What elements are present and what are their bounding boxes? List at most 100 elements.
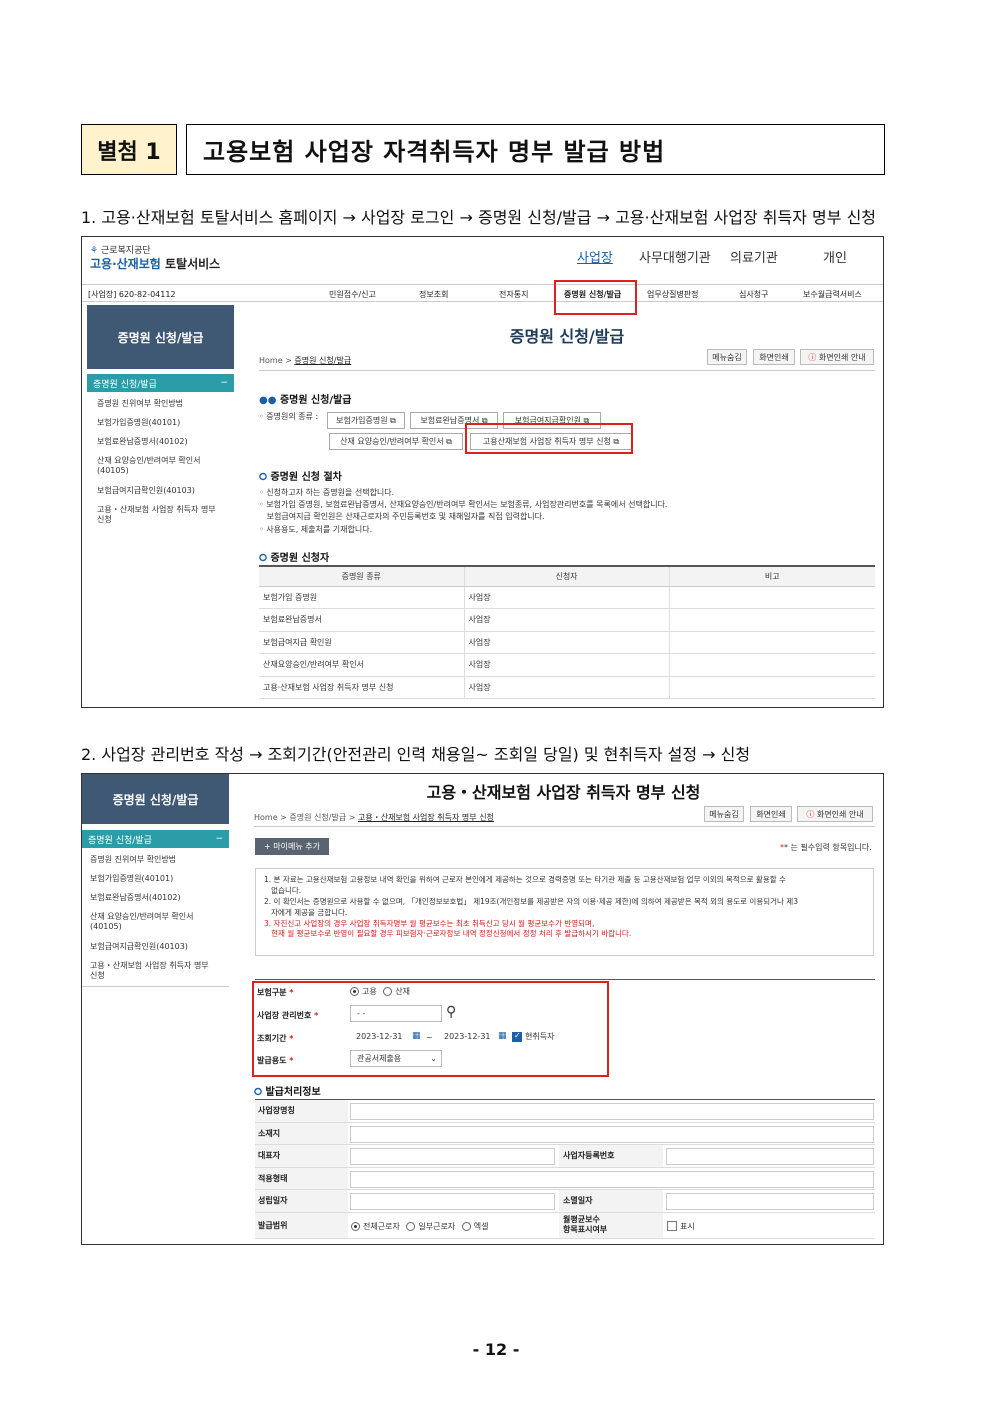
sidebar-item[interactable]: 산재 요양승인/반려여부 확인서 (40105)	[97, 456, 232, 475]
gnb-item[interactable]: 정보조회	[419, 289, 448, 300]
add-my-menu-button[interactable]: + 마이메뉴 추가	[255, 838, 329, 855]
procedure-line: ◦ 보험가입 증명원, 보험료완납증명서, 산재요양승인/반려여부 확인서는 보…	[259, 500, 668, 509]
topnav-business[interactable]: 사업장	[577, 247, 613, 266]
table-header: 증명원 종류	[259, 565, 464, 587]
appendix-tag: 별첨 1	[81, 124, 177, 175]
step-1-text: 1. 고용·산재보험 토탈서비스 홈페이지 → 사업장 로그인 → 증명원 신청…	[81, 208, 877, 227]
issue-label: 대표자	[255, 1145, 348, 1167]
topnav-personal[interactable]: 개인	[823, 247, 847, 266]
sidebar-item[interactable]: 증명원 진위여부 확인방법	[97, 399, 183, 409]
gnb-item[interactable]: 업무상질병판정	[647, 289, 699, 300]
hide-menu-button[interactable]: 메뉴숨김	[704, 806, 744, 822]
issue-row: 소재지	[255, 1122, 875, 1145]
procedure-line: ◦ 사용용도, 제출처를 기재합니다.	[259, 525, 373, 534]
page-title: 고용・산재보험 사업장 취득자 명부 신청	[426, 783, 701, 802]
sidebar-item[interactable]: 보험가입증명원(40101)	[97, 418, 180, 428]
sidebar-item[interactable]: 보험가입증명원(40101)	[90, 874, 173, 884]
topnav-agency[interactable]: 사무대행기관	[639, 247, 711, 266]
external-link-icon: ⧉	[390, 415, 396, 425]
notice-line: 현재 월 평균보수로 반영이 필요할 경우 피보험자·근로자정보 내역 정정신청…	[264, 929, 632, 939]
issue-label: 발급범위	[255, 1212, 348, 1238]
divider	[259, 370, 875, 371]
print-button[interactable]: 화면인쇄	[750, 806, 792, 822]
print-button[interactable]: 화면인쇄	[753, 349, 795, 365]
table-row: 보험료완납증명서 사업장	[259, 608, 875, 632]
business-number: [사업장] 620-82-04112	[88, 290, 176, 299]
apply-type-field	[350, 1170, 874, 1188]
print-guide-button[interactable]: ⓘ 화면인쇄 안내	[797, 806, 873, 822]
biz-name-field	[350, 1103, 874, 1120]
address-field	[350, 1125, 874, 1143]
procedure-line: ◦ 신청하고자 하는 증명원을 선택합니다.	[259, 488, 395, 497]
applicant-table: 증명원 종류 신청자 비고 보험가입 증명원 사업장 보험료완납증명서 사업장 보험…	[259, 565, 875, 699]
logo[interactable]: 고용·산재보험 토탈서비스	[90, 255, 220, 272]
sidebar-item[interactable]: 보험급여지급확인원(40103)	[97, 486, 195, 496]
biz-reg-number-field	[666, 1148, 874, 1165]
cert-kinds-label: ◦ 증명원의 종류 :	[259, 412, 319, 421]
issue-label: 적용형태	[255, 1167, 348, 1189]
gnb-item[interactable]: 보수월급력서비스	[803, 289, 862, 300]
issue-label: 월평균보수 항목표시여부	[559, 1212, 663, 1238]
issue-label: 성립일자	[255, 1190, 348, 1212]
notice-line: 없습니다.	[264, 885, 302, 895]
screenshot-certificate-page: ⚘ 근로복지공단 고용·산재보험 토탈서비스 사업장 사무대행기관 의료기관 개…	[81, 236, 884, 708]
established-date-field	[350, 1193, 555, 1210]
sidebar-item[interactable]: 보험료완납증명서(40102)	[90, 893, 181, 903]
table-row: 고용·산재보험 사업장 취득자 명부 신청 사업장	[259, 676, 875, 699]
gnb-item[interactable]: 민원접수/신고	[329, 289, 376, 300]
divider	[255, 979, 875, 980]
notice-box: 1. 본 자료는 고용산재보험 고용정보 내역 확인을 위하여 근로자 본인에게…	[255, 868, 874, 956]
show-avg-pay-checkbox[interactable]: 표시	[667, 1221, 695, 1232]
sidebar-header: 증명원 신청/발급	[87, 305, 234, 369]
highlight-roster-button	[465, 423, 633, 454]
sidebar-item[interactable]: 고용・산재보험 사업장 취득자 명부 신청	[97, 505, 232, 524]
table-row: 산재요양승인/반려여부 확인서 사업장	[259, 653, 875, 677]
screenshot-roster-request: 증명원 신청/발급 증명원 신청/발급 − 증명원 진위여부 확인방법 보험가입증…	[81, 773, 884, 1245]
sidebar-item[interactable]: 보험료완납증명서(40102)	[97, 437, 188, 447]
issue-label: 소멸일자	[559, 1190, 663, 1212]
sidebar-item[interactable]: 산재 요양승인/반려여부 확인서 (40105)	[90, 912, 228, 931]
breadcrumb: Home > 증명원 신청/발급 > 고용・산재보험 사업장 취득자 명부 신청	[254, 813, 494, 822]
issue-row: 발급범위 전체근로자 일부근로자 엑셀 월평균보수 항목표시여부 표시	[255, 1212, 875, 1239]
representative-field	[350, 1148, 555, 1165]
notice-line: 2. 이 확인서는 증명원으로 사용할 수 없으며, 「개인정보보호법」 제19…	[264, 896, 798, 906]
procedure-line: 보험급여지급 확인원은 산재근로자의 주민등록번호 및 재해일자를 직접 입력합…	[259, 512, 545, 521]
issue-row: 대표자 사업자등록번호	[255, 1145, 875, 1168]
cert-button[interactable]: 보험가입증명원 ⧉	[327, 412, 405, 429]
notice-line: 자에게 제공을 금합니다.	[264, 907, 348, 917]
topnav-medical[interactable]: 의료기관	[730, 247, 778, 266]
gnb-item[interactable]: 심사청구	[739, 289, 768, 300]
sidebar-item-active[interactable]: 증명원 신청/발급 −	[87, 374, 234, 392]
sidebar-item[interactable]: 고용・산재보험 사업장 취득자 명부 신청	[90, 961, 228, 980]
divider	[82, 986, 229, 987]
sidebar-header: 증명원 신청/발급	[82, 774, 229, 824]
breadcrumb: Home > 증명원 신청/발급	[259, 356, 352, 365]
issue-range-radio[interactable]: 전체근로자 일부근로자 엑셀	[351, 1221, 488, 1232]
print-guide-button[interactable]: ⓘ 화면인쇄 안내	[800, 349, 874, 365]
hide-menu-button[interactable]: 메뉴숨김	[707, 349, 747, 365]
highlight-gnb-certificate	[554, 280, 637, 315]
issue-row: 적용형태	[255, 1167, 875, 1190]
section-title: ⭘ 증명원 신청 절차	[259, 472, 342, 483]
gnb-item[interactable]: 전자통지	[499, 289, 528, 300]
table-header: 신청자	[463, 565, 669, 587]
sidebar-item[interactable]: 증명원 진위여부 확인방법	[90, 855, 176, 865]
sidebar-item[interactable]: 보험급여지급확인원(40103)	[90, 942, 188, 952]
issue-label: 소재지	[255, 1122, 348, 1144]
required-note: ** 는 필수입력 항목입니다.	[780, 843, 872, 852]
table-row: 보험급여지급 확인원 사업장	[259, 631, 875, 654]
closed-date-field	[666, 1193, 874, 1210]
issue-row: 성립일자 소멸일자	[255, 1190, 875, 1213]
section-title: ⭘ 발급처리정보	[254, 1087, 321, 1098]
page-title: 증명원 신청/발급	[509, 327, 625, 346]
notice-line: 1. 본 자료는 고용산재보험 고용정보 내역 확인을 위하여 근로자 본인에게…	[264, 875, 786, 884]
cert-button[interactable]: 산재 요양승인/반려여부 확인서 ⧉	[329, 433, 463, 450]
sidebar-item-active[interactable]: 증명원 신청/발급 −	[82, 830, 229, 848]
section-title: ⭘ 증명원 신청자	[259, 553, 330, 564]
divider	[254, 826, 875, 827]
section-title: ●● 증명원 신청/발급	[259, 395, 352, 406]
document-title: 고용보험 사업장 자격취득자 명부 발급 방법	[186, 124, 885, 175]
step-2-text: 2. 사업장 관리번호 작성 → 조회기간(안전관리 인력 채용일~ 조회일 당…	[81, 745, 751, 764]
external-link-icon: ⧉	[446, 436, 452, 446]
issue-row: 사업장명칭	[255, 1100, 875, 1123]
